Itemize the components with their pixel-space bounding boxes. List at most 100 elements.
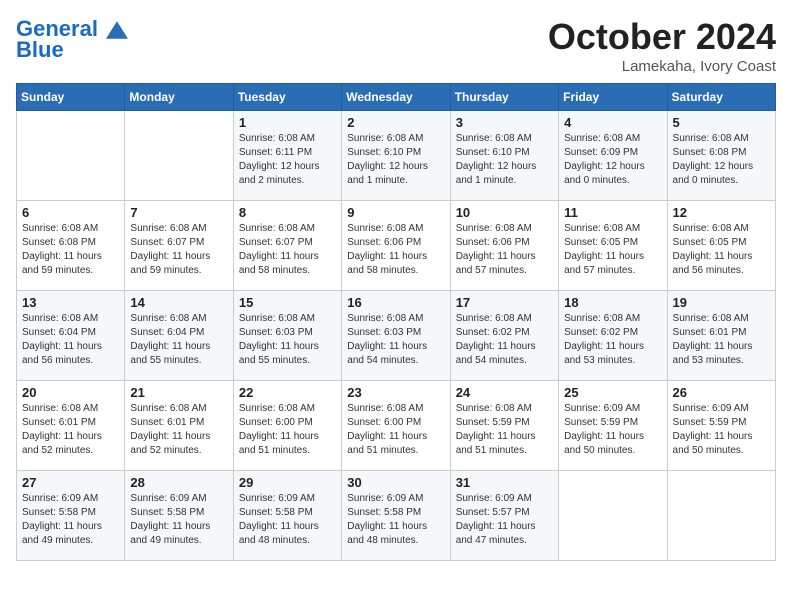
day-info: Sunrise: 6:08 AM Sunset: 6:08 PM Dayligh…	[673, 132, 770, 188]
day-info: Sunrise: 6:08 AM Sunset: 6:02 PM Dayligh…	[564, 312, 661, 368]
day-info: Sunrise: 6:08 AM Sunset: 6:00 PM Dayligh…	[239, 402, 336, 458]
weekday-header-thursday: Thursday	[450, 84, 558, 111]
calendar-cell: 22 Sunrise: 6:08 AM Sunset: 6:00 PM Dayli…	[233, 381, 341, 471]
calendar-cell: 3 Sunrise: 6:08 AM Sunset: 6:10 PM Daylig…	[450, 111, 558, 201]
day-number: 12	[673, 205, 770, 220]
day-number: 23	[347, 385, 444, 400]
calendar-cell: 10 Sunrise: 6:08 AM Sunset: 6:06 PM Dayli…	[450, 201, 558, 291]
logo-icon	[106, 19, 128, 41]
day-info: Sunrise: 6:08 AM Sunset: 6:00 PM Dayligh…	[347, 402, 444, 458]
day-info: Sunrise: 6:08 AM Sunset: 6:01 PM Dayligh…	[130, 402, 227, 458]
day-number: 1	[239, 115, 336, 130]
day-info: Sunrise: 6:09 AM Sunset: 5:59 PM Dayligh…	[564, 402, 661, 458]
weekday-header-friday: Friday	[559, 84, 667, 111]
day-number: 21	[130, 385, 227, 400]
day-info: Sunrise: 6:08 AM Sunset: 6:08 PM Dayligh…	[22, 222, 119, 278]
calendar-cell: 27 Sunrise: 6:09 AM Sunset: 5:58 PM Dayli…	[17, 471, 125, 561]
location: Lamekaha, Ivory Coast	[548, 58, 776, 75]
calendar-cell: 23 Sunrise: 6:08 AM Sunset: 6:00 PM Dayli…	[342, 381, 450, 471]
day-number: 3	[456, 115, 553, 130]
page-header: General Blue October 2024 Lamekaha, Ivor…	[16, 16, 776, 75]
calendar-cell	[667, 471, 775, 561]
day-number: 19	[673, 295, 770, 310]
day-info: Sunrise: 6:08 AM Sunset: 6:07 PM Dayligh…	[130, 222, 227, 278]
week-row-2: 6 Sunrise: 6:08 AM Sunset: 6:08 PM Daylig…	[17, 201, 776, 291]
calendar-cell: 29 Sunrise: 6:09 AM Sunset: 5:58 PM Dayli…	[233, 471, 341, 561]
day-info: Sunrise: 6:08 AM Sunset: 6:10 PM Dayligh…	[347, 132, 444, 188]
day-number: 10	[456, 205, 553, 220]
day-number: 16	[347, 295, 444, 310]
day-number: 26	[673, 385, 770, 400]
day-number: 22	[239, 385, 336, 400]
day-info: Sunrise: 6:08 AM Sunset: 6:09 PM Dayligh…	[564, 132, 661, 188]
calendar-table: SundayMondayTuesdayWednesdayThursdayFrid…	[16, 83, 776, 561]
week-row-4: 20 Sunrise: 6:08 AM Sunset: 6:01 PM Dayli…	[17, 381, 776, 471]
day-number: 13	[22, 295, 119, 310]
day-info: Sunrise: 6:08 AM Sunset: 6:05 PM Dayligh…	[673, 222, 770, 278]
day-info: Sunrise: 6:08 AM Sunset: 5:59 PM Dayligh…	[456, 402, 553, 458]
weekday-header-saturday: Saturday	[667, 84, 775, 111]
day-number: 11	[564, 205, 661, 220]
day-number: 30	[347, 475, 444, 490]
week-row-1: 1Sunrise: 6:08 AM Sunset: 6:11 PM Daylig…	[17, 111, 776, 201]
day-info: Sunrise: 6:08 AM Sunset: 6:01 PM Dayligh…	[673, 312, 770, 368]
day-number: 28	[130, 475, 227, 490]
calendar-cell: 11 Sunrise: 6:08 AM Sunset: 6:05 PM Dayli…	[559, 201, 667, 291]
day-info: Sunrise: 6:09 AM Sunset: 5:57 PM Dayligh…	[456, 492, 553, 548]
day-number: 17	[456, 295, 553, 310]
calendar-cell: 25 Sunrise: 6:09 AM Sunset: 5:59 PM Dayli…	[559, 381, 667, 471]
week-row-5: 27 Sunrise: 6:09 AM Sunset: 5:58 PM Dayli…	[17, 471, 776, 561]
calendar-cell: 9 Sunrise: 6:08 AM Sunset: 6:06 PM Daylig…	[342, 201, 450, 291]
calendar-cell	[125, 111, 233, 201]
day-info: Sunrise: 6:09 AM Sunset: 5:58 PM Dayligh…	[22, 492, 119, 548]
weekday-header-tuesday: Tuesday	[233, 84, 341, 111]
calendar-cell: 7 Sunrise: 6:08 AM Sunset: 6:07 PM Daylig…	[125, 201, 233, 291]
calendar-cell: 15Sunrise: 6:08 AM Sunset: 6:03 PM Dayli…	[233, 291, 341, 381]
month-title: October 2024	[548, 16, 776, 58]
day-info: Sunrise: 6:08 AM Sunset: 6:06 PM Dayligh…	[456, 222, 553, 278]
calendar-cell: 16 Sunrise: 6:08 AM Sunset: 6:03 PM Dayli…	[342, 291, 450, 381]
calendar-cell: 5 Sunrise: 6:08 AM Sunset: 6:08 PM Daylig…	[667, 111, 775, 201]
week-row-3: 13 Sunrise: 6:08 AM Sunset: 6:04 PM Dayli…	[17, 291, 776, 381]
day-number: 14	[130, 295, 227, 310]
day-number: 29	[239, 475, 336, 490]
day-info: Sunrise: 6:08 AM Sunset: 6:01 PM Dayligh…	[22, 402, 119, 458]
day-info: Sunrise: 6:08 AM Sunset: 6:06 PM Dayligh…	[347, 222, 444, 278]
calendar-cell: 28 Sunrise: 6:09 AM Sunset: 5:58 PM Dayli…	[125, 471, 233, 561]
day-number: 24	[456, 385, 553, 400]
day-number: 15	[239, 295, 336, 310]
day-info: Sunrise: 6:08 AM Sunset: 6:04 PM Dayligh…	[22, 312, 119, 368]
day-number: 2	[347, 115, 444, 130]
day-number: 5	[673, 115, 770, 130]
day-number: 27	[22, 475, 119, 490]
day-info: Sunrise: 6:09 AM Sunset: 5:59 PM Dayligh…	[673, 402, 770, 458]
day-info: Sunrise: 6:08 AM Sunset: 6:03 PM Dayligh…	[347, 312, 444, 368]
calendar-cell: 1Sunrise: 6:08 AM Sunset: 6:11 PM Daylig…	[233, 111, 341, 201]
day-number: 9	[347, 205, 444, 220]
calendar-cell	[17, 111, 125, 201]
calendar-cell: 19 Sunrise: 6:08 AM Sunset: 6:01 PM Dayli…	[667, 291, 775, 381]
title-block: October 2024 Lamekaha, Ivory Coast	[548, 16, 776, 75]
calendar-cell: 30Sunrise: 6:09 AM Sunset: 5:58 PM Dayli…	[342, 471, 450, 561]
weekday-header-monday: Monday	[125, 84, 233, 111]
day-info: Sunrise: 6:08 AM Sunset: 6:10 PM Dayligh…	[456, 132, 553, 188]
day-number: 6	[22, 205, 119, 220]
calendar-cell: 6 Sunrise: 6:08 AM Sunset: 6:08 PM Daylig…	[17, 201, 125, 291]
calendar-cell: 13 Sunrise: 6:08 AM Sunset: 6:04 PM Dayli…	[17, 291, 125, 381]
day-number: 7	[130, 205, 227, 220]
calendar-cell: 18Sunrise: 6:08 AM Sunset: 6:02 PM Dayli…	[559, 291, 667, 381]
day-info: Sunrise: 6:08 AM Sunset: 6:05 PM Dayligh…	[564, 222, 661, 278]
day-info: Sunrise: 6:08 AM Sunset: 6:07 PM Dayligh…	[239, 222, 336, 278]
calendar-cell: 14Sunrise: 6:08 AM Sunset: 6:04 PM Dayli…	[125, 291, 233, 381]
day-number: 20	[22, 385, 119, 400]
calendar-cell: 8Sunrise: 6:08 AM Sunset: 6:07 PM Daylig…	[233, 201, 341, 291]
calendar-cell: 26 Sunrise: 6:09 AM Sunset: 5:59 PM Dayli…	[667, 381, 775, 471]
calendar-cell: 24 Sunrise: 6:08 AM Sunset: 5:59 PM Dayli…	[450, 381, 558, 471]
calendar-cell: 4Sunrise: 6:08 AM Sunset: 6:09 PM Daylig…	[559, 111, 667, 201]
day-info: Sunrise: 6:09 AM Sunset: 5:58 PM Dayligh…	[130, 492, 227, 548]
day-number: 31	[456, 475, 553, 490]
day-number: 25	[564, 385, 661, 400]
calendar-cell: 17Sunrise: 6:08 AM Sunset: 6:02 PM Dayli…	[450, 291, 558, 381]
calendar-cell: 12 Sunrise: 6:08 AM Sunset: 6:05 PM Dayli…	[667, 201, 775, 291]
day-info: Sunrise: 6:09 AM Sunset: 5:58 PM Dayligh…	[239, 492, 336, 548]
